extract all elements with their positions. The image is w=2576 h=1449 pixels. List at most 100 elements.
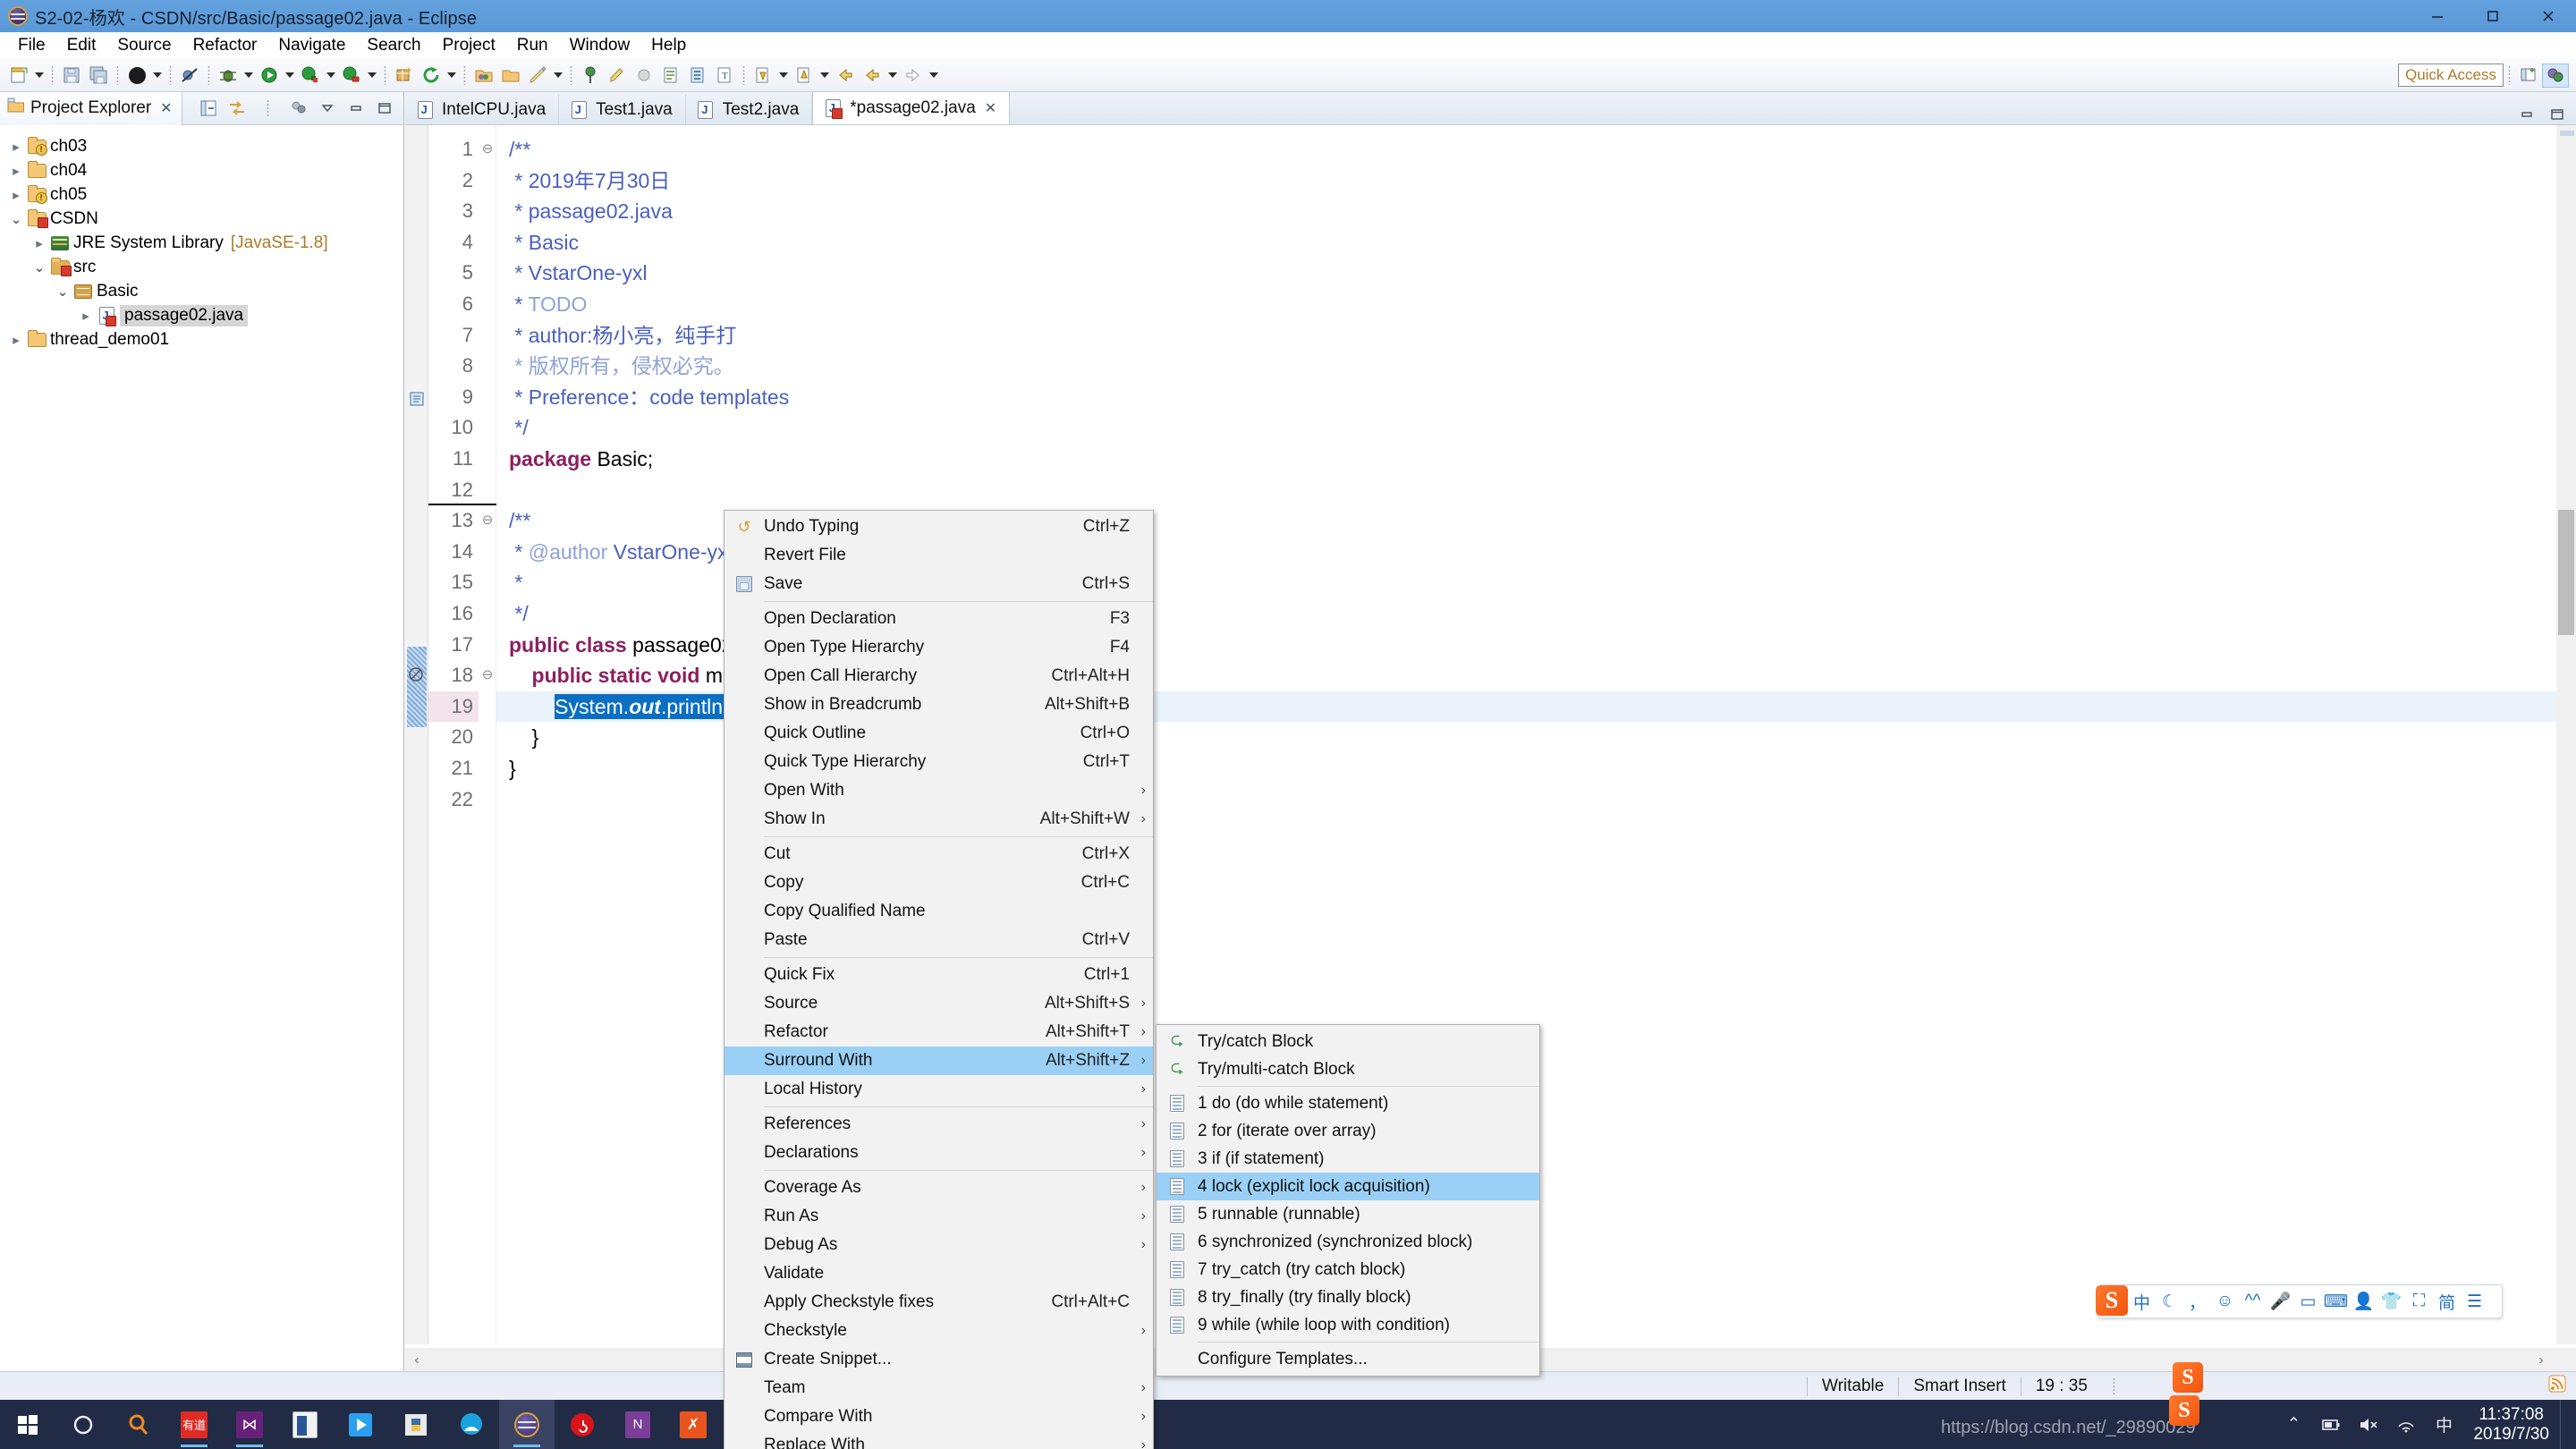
close-button[interactable] <box>2521 0 2576 32</box>
menu-item-show-in-breadcrumb[interactable]: Show in Breadcrumb Alt+Shift+B <box>724 691 1153 719</box>
ime-punctuation-icon[interactable]: ， <box>2183 1288 2211 1315</box>
view-menu-chevron-icon[interactable] <box>318 98 337 118</box>
editor-tab-test1-java[interactable]: Test1.java <box>559 95 686 124</box>
menu-search[interactable]: Search <box>356 33 431 58</box>
menu-item-save[interactable]: Save Ctrl+S <box>724 570 1153 598</box>
menu-item-quick-fix[interactable]: Quick Fix Ctrl+1 <box>724 961 1153 989</box>
prev-annotation-up-icon[interactable] <box>791 62 818 89</box>
sogou-floating-icon[interactable]: S <box>2173 1362 2203 1393</box>
menu-refactor[interactable]: Refactor <box>182 33 268 58</box>
twisty-expanded-icon[interactable]: ⌄ <box>7 211 25 227</box>
ime-keyboard-icon[interactable]: ⌨ <box>2322 1288 2350 1315</box>
submenu-item-3-if-if-statement[interactable]: 3 if (if statement) <box>1157 1145 1539 1173</box>
menu-item-debug-as[interactable]: Debug As › <box>724 1231 1153 1259</box>
submenu-item-try-multi-catch-block[interactable]: ⮎ Try/multi-catch Block <box>1157 1055 1539 1083</box>
menu-item-coverage-as[interactable]: Coverage As › <box>724 1174 1153 1202</box>
ime-crop-icon[interactable]: ⛶ <box>2405 1288 2433 1315</box>
code-line[interactable]: */ <box>509 412 2576 444</box>
link-with-editor-icon[interactable] <box>227 98 247 118</box>
ime-voice-icon[interactable]: 🎤 <box>2267 1288 2294 1315</box>
tree-item-ch05[interactable]: ▸ ch05 <box>0 182 403 207</box>
submenu-item-9-while-while-loop-with-condition[interactable]: 9 while (while loop with condition) <box>1157 1311 1539 1339</box>
wifi-icon[interactable] <box>2387 1400 2425 1449</box>
menu-item-open-call-hierarchy[interactable]: Open Call Hierarchy Ctrl+Alt+H <box>724 662 1153 691</box>
forward-back-icon[interactable] <box>859 62 886 89</box>
quick-access-input[interactable]: Quick Access <box>2398 64 2504 87</box>
eclipse-taskbar-icon[interactable] <box>499 1400 555 1449</box>
submenu-item-1-do-do-while-statement[interactable]: 1 do (do while statement) <box>1157 1089 1539 1117</box>
new-wizard-icon[interactable] <box>5 62 32 89</box>
menu-item-quick-outline[interactable]: Quick Outline Ctrl+O <box>724 719 1153 748</box>
menu-item-cut[interactable]: Cut Ctrl+X <box>724 840 1153 869</box>
ime-screenshot-icon[interactable]: ▭ <box>2294 1288 2322 1315</box>
debug-icon[interactable] <box>215 62 242 89</box>
twisty-collapsed-icon[interactable]: ▸ <box>7 163 25 179</box>
ime-skin-icon[interactable]: 👕 <box>2377 1288 2405 1315</box>
minimize-view-icon[interactable] <box>346 98 366 118</box>
menu-item-replace-with[interactable]: Replace With › <box>724 1431 1153 1449</box>
next-annotation-icon[interactable] <box>657 62 684 89</box>
open-perspective-icon[interactable] <box>2515 64 2542 88</box>
menu-item-references[interactable]: References › <box>724 1110 1153 1139</box>
skip-breakpoints-icon[interactable] <box>176 62 203 89</box>
tree-item-csdn[interactable]: ⌄ CSDN <box>0 207 403 231</box>
last-edit-icon[interactable]: T <box>711 62 738 89</box>
surround-with-submenu[interactable]: ⮎ Try/catch Block ⮎ Try/multi-catch Block 1 … <box>1156 1024 1540 1377</box>
menu-item-apply-checkstyle-fixes[interactable]: Apply Checkstyle fixes Ctrl+Alt+C <box>724 1288 1153 1317</box>
search-pencil-icon[interactable] <box>524 62 551 89</box>
new-java-package-icon[interactable] <box>391 62 418 89</box>
code-line[interactable]: * passage02.java <box>509 196 2576 227</box>
twisty-collapsed-icon[interactable]: ▸ <box>30 235 48 251</box>
twisty-collapsed-icon[interactable]: ▸ <box>7 187 25 203</box>
menu-edit[interactable]: Edit <box>56 33 107 58</box>
ime-emoji-icon[interactable]: ☺ <box>2211 1288 2239 1315</box>
highlight-icon[interactable] <box>604 62 631 89</box>
new-wizard-dropdown-icon[interactable] <box>32 62 47 89</box>
menu-item-local-history[interactable]: Local History › <box>724 1075 1153 1104</box>
editor-tab-intelcpu-java[interactable]: IntelCPU.java <box>405 95 560 124</box>
netease-music-icon[interactable] <box>555 1400 610 1449</box>
menu-item-copy[interactable]: Copy Ctrl+C <box>724 869 1153 897</box>
refresh-icon[interactable] <box>418 62 445 89</box>
twisty-collapsed-icon[interactable]: ▸ <box>7 139 25 155</box>
menu-item-quick-type-hierarchy[interactable]: Quick Type Hierarchy Ctrl+T <box>724 748 1153 776</box>
tab-project-explorer[interactable]: Project Explorer ✕ <box>0 91 182 125</box>
tree-item-basic[interactable]: ⌄ Basic <box>0 279 403 303</box>
next-annotation-down-icon[interactable] <box>750 62 776 89</box>
battery-icon[interactable] <box>2312 1400 2350 1449</box>
tree-item-ch04[interactable]: ▸ ch04 <box>0 158 403 182</box>
editor-context-menu[interactable]: ↺ Undo Typing Ctrl+Z Revert File Save Ctrl+S O… <box>724 510 1154 1449</box>
tree-item-src[interactable]: ⌄ src <box>0 255 403 279</box>
ime-menu-icon[interactable]: ☰ <box>2461 1288 2488 1315</box>
run-external-dropdown-icon[interactable] <box>365 62 379 89</box>
editor-maximize-icon[interactable] <box>2547 105 2567 124</box>
menu-item-create-snippet[interactable]: Create Snippet... <box>724 1345 1153 1374</box>
ime-moon-icon[interactable]: ☾ <box>2156 1288 2183 1315</box>
taskbar-clock[interactable]: 11:37:08 2019/7/30 <box>2462 1405 2560 1445</box>
menu-item-team[interactable]: Team › <box>724 1374 1153 1402</box>
onenote-icon[interactable]: N <box>610 1400 665 1449</box>
visual-studio-icon[interactable]: ⋈ <box>222 1400 277 1449</box>
ime-kaomoji-icon[interactable]: ^^ <box>2239 1288 2267 1315</box>
cortana-icon[interactable] <box>55 1400 111 1449</box>
start-button[interactable] <box>0 1400 55 1449</box>
menu-source[interactable]: Source <box>106 33 182 58</box>
code-line[interactable]: * 2019年7月30日 <box>509 165 2576 197</box>
menu-item-validate[interactable]: Validate <box>724 1259 1153 1288</box>
twisty-collapsed-icon[interactable]: ▸ <box>7 332 25 348</box>
save-all-icon[interactable] <box>85 62 112 89</box>
editor-tab--passage02-java[interactable]: *passage02.java ✕ <box>812 91 1011 124</box>
code-line[interactable]: * 版权所有，侵权必究。 <box>509 351 2576 382</box>
editor-vertical-scrollbar[interactable] <box>2556 125 2576 1344</box>
volume-muted-icon[interactable] <box>2350 1400 2387 1449</box>
menu-item-compare-with[interactable]: Compare With › <box>724 1402 1153 1431</box>
submenu-item-4-lock-explicit-lock-acquisition[interactable]: 4 lock (explicit lock acquisition) <box>1157 1173 1539 1200</box>
word-icon[interactable] <box>277 1400 333 1449</box>
menu-file[interactable]: File <box>7 33 56 58</box>
next-annotation-dropdown-icon[interactable] <box>776 62 791 89</box>
show-desktop-button[interactable] <box>2560 1400 2571 1449</box>
folding-ruler[interactable]: ⊖ ⊖ ⊖ <box>479 125 496 1344</box>
code-line[interactable]: * TODO <box>509 289 2576 320</box>
qq-browser-icon[interactable] <box>444 1400 499 1449</box>
menu-item-show-in[interactable]: Show In Alt+Shift+W › <box>724 805 1153 834</box>
